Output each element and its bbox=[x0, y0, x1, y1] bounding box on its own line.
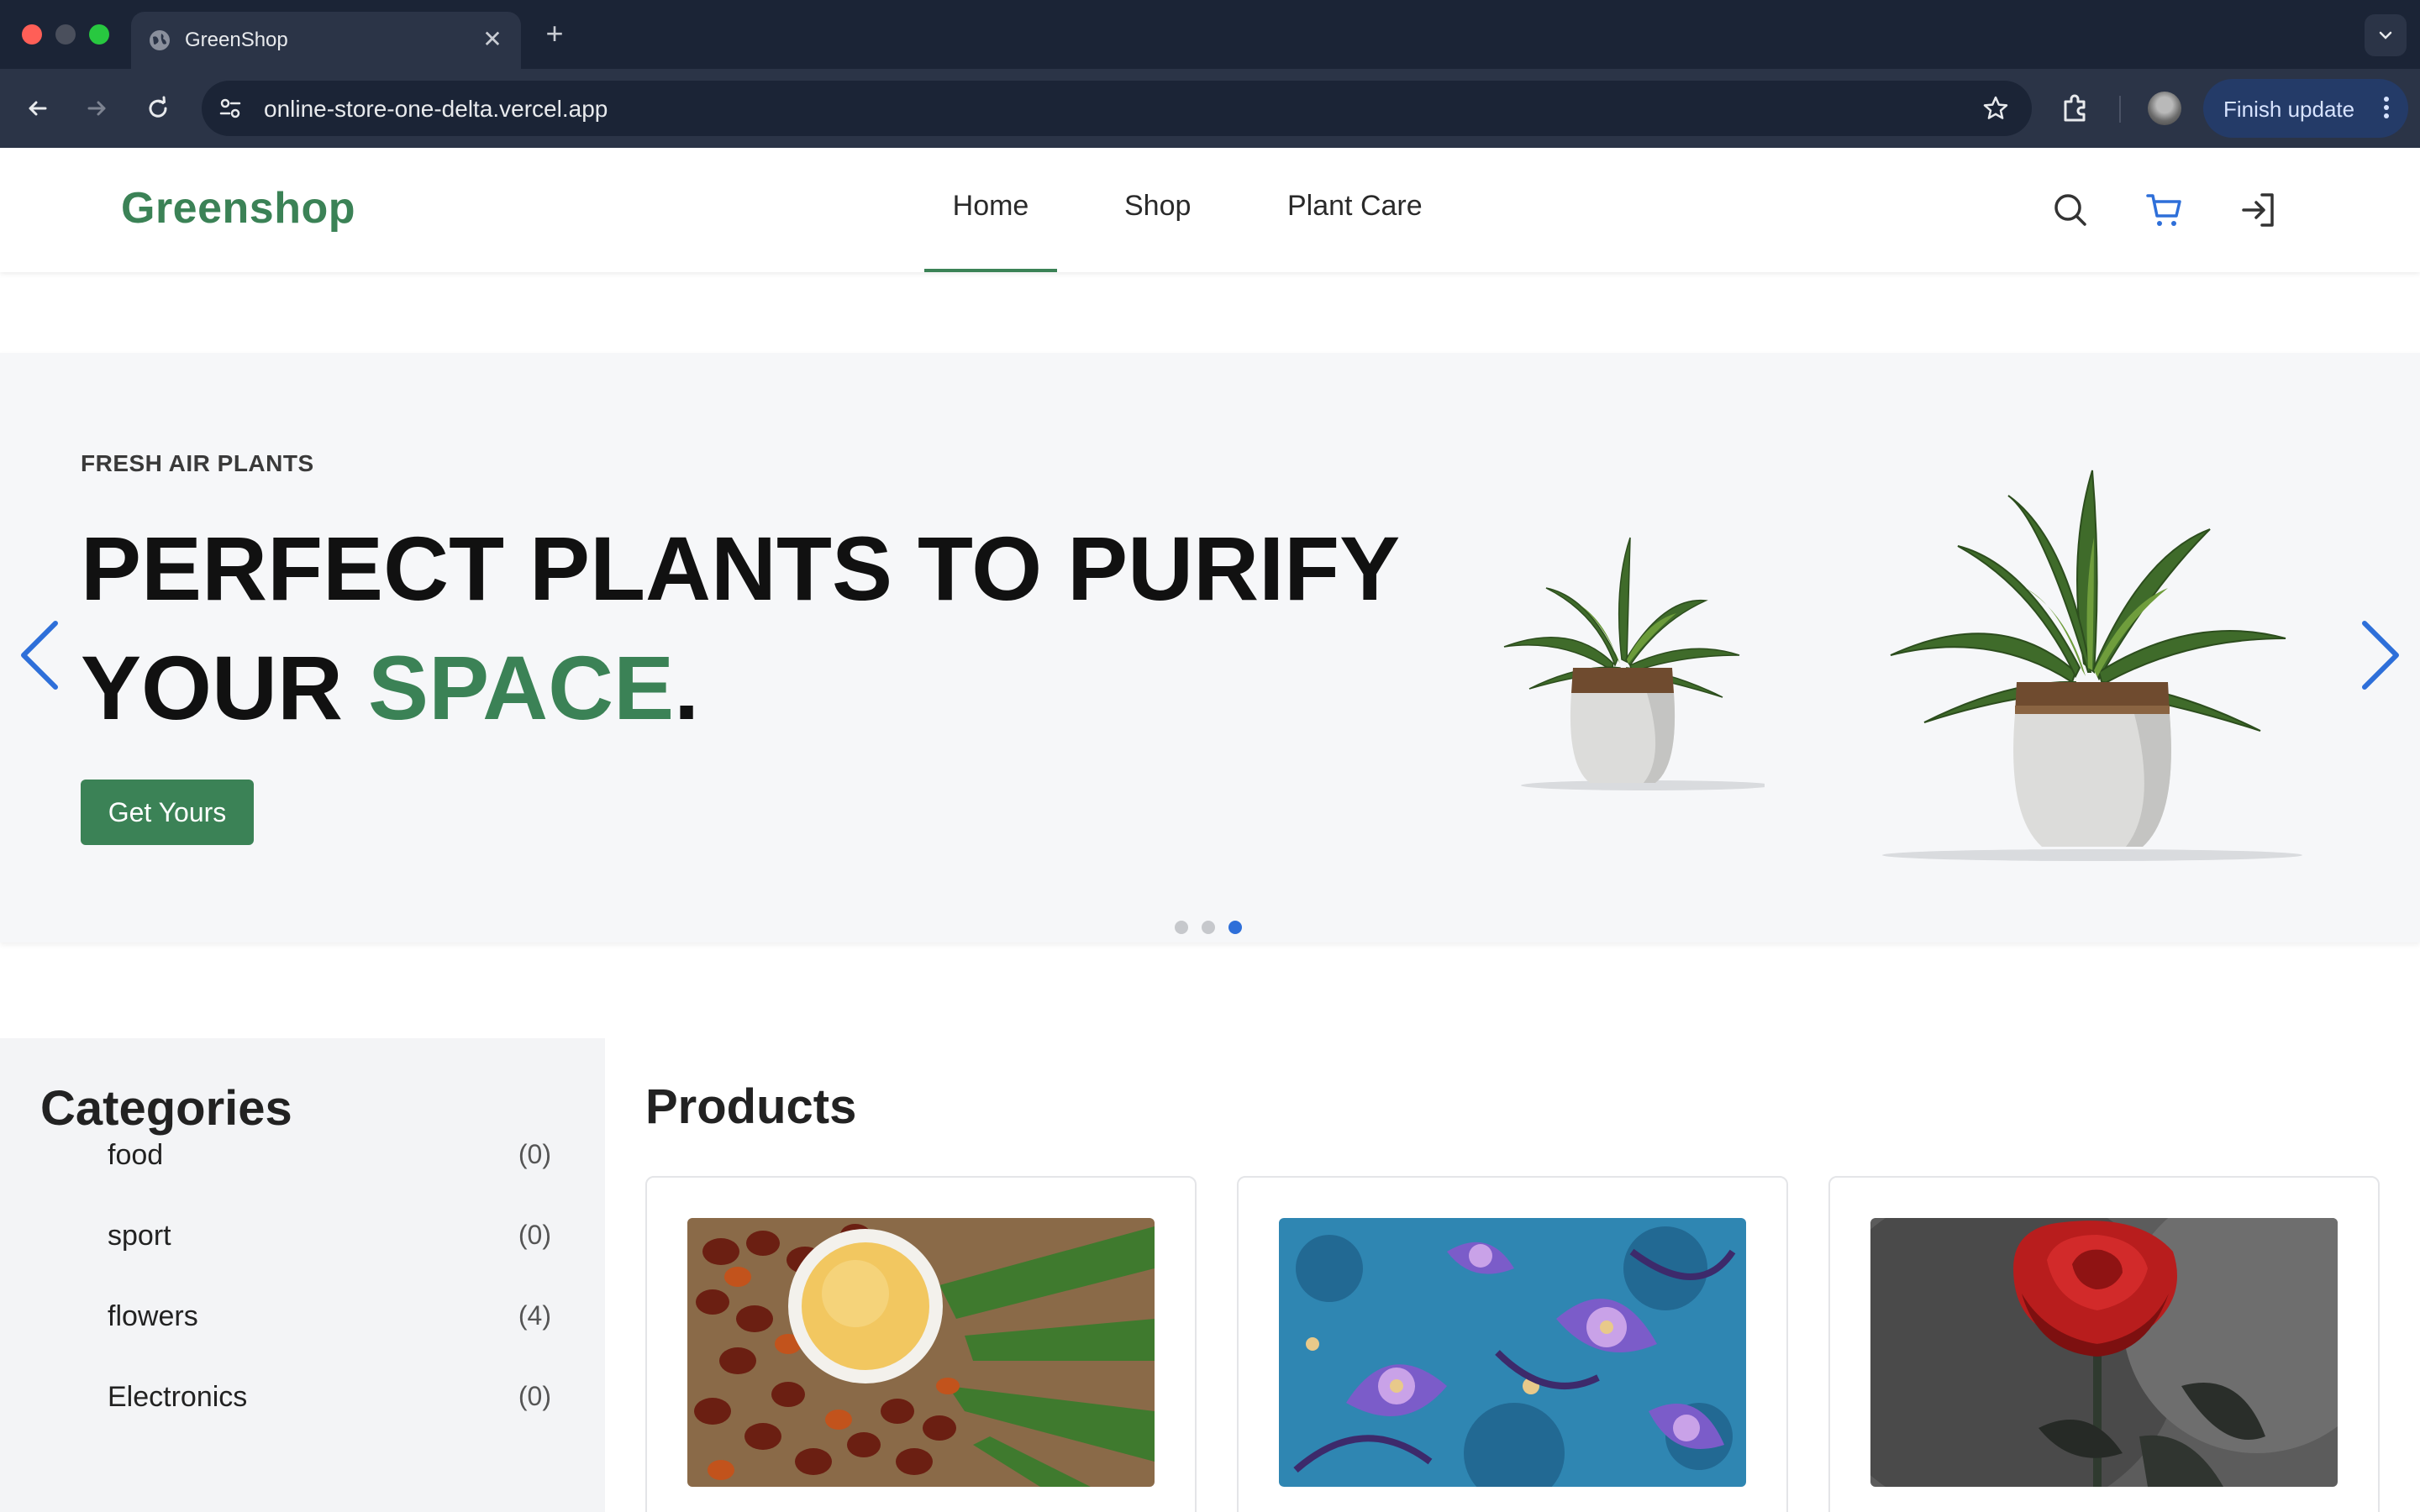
nav-home[interactable]: Home bbox=[924, 190, 1057, 272]
minimize-window-button[interactable] bbox=[55, 24, 76, 45]
site-logo[interactable]: Greenshop bbox=[121, 183, 355, 234]
category-item-sport[interactable]: sport (0) bbox=[108, 1210, 551, 1260]
categories-title: Categories bbox=[40, 1081, 292, 1136]
category-name: flowers bbox=[108, 1300, 198, 1332]
arrow-left-icon bbox=[29, 101, 47, 116]
search-icon[interactable] bbox=[2050, 190, 2091, 230]
chevron-left-icon[interactable] bbox=[15, 613, 66, 697]
browser-toolbar: online-store-one-delta.vercel.app Finish… bbox=[0, 69, 2420, 148]
extensions-puzzle-icon[interactable] bbox=[2057, 90, 2094, 127]
red-rose-image bbox=[1870, 1218, 2338, 1487]
potted-plant-image bbox=[1882, 470, 2302, 861]
category-item-flowers[interactable]: flowers (4) bbox=[108, 1290, 551, 1341]
browser-tab-bar: GreenShop ✕ + bbox=[0, 0, 2420, 69]
tab-title: GreenShop bbox=[185, 29, 288, 51]
browser-tab[interactable]: GreenShop ✕ bbox=[131, 12, 521, 69]
category-item-food[interactable]: food (0) bbox=[108, 1129, 551, 1179]
category-count: (0) bbox=[518, 1381, 551, 1411]
forward-button[interactable] bbox=[77, 88, 118, 129]
more-vert-icon bbox=[2383, 94, 2390, 123]
category-name: Electronics bbox=[108, 1381, 248, 1413]
bookmark-star-icon[interactable] bbox=[1981, 94, 2010, 123]
hero-headline: PERFECT PLANTS TO PURIFY YOUR SPACE. bbox=[81, 509, 1400, 748]
product-card[interactable] bbox=[645, 1176, 1197, 1512]
maximize-window-button[interactable] bbox=[89, 24, 109, 45]
slide-dot-1[interactable] bbox=[1175, 921, 1188, 934]
profile-avatar[interactable] bbox=[2148, 92, 2181, 125]
close-window-button[interactable] bbox=[22, 24, 42, 45]
reload-button[interactable] bbox=[138, 88, 178, 129]
globe-icon bbox=[150, 30, 170, 50]
hero-eyebrow: FRESH AIR PLANTS bbox=[81, 450, 314, 476]
finish-update-button[interactable]: Finish update bbox=[2203, 79, 2408, 138]
potted-plant-image bbox=[1503, 537, 1765, 790]
category-name: food bbox=[108, 1139, 164, 1171]
product-card[interactable] bbox=[1237, 1176, 1788, 1512]
chevron-right-icon[interactable] bbox=[2354, 613, 2405, 697]
arrow-right-icon bbox=[87, 101, 106, 116]
products-title: Products bbox=[645, 1079, 857, 1134]
slide-dot-2[interactable] bbox=[1202, 921, 1215, 934]
site-settings-icon[interactable] bbox=[217, 95, 244, 122]
url-text[interactable]: online-store-one-delta.vercel.app bbox=[264, 96, 608, 123]
get-yours-button[interactable]: Get Yours bbox=[81, 780, 254, 845]
hero-headline-line1: PERFECT PLANTS TO PURIFY bbox=[81, 517, 1401, 619]
cart-icon[interactable] bbox=[2144, 190, 2185, 230]
hero-headline-line2: YOUR SPACE. bbox=[81, 628, 1400, 748]
tab-search-button[interactable] bbox=[2365, 14, 2407, 56]
category-name: sport bbox=[108, 1220, 171, 1252]
toolbar-divider bbox=[2119, 96, 2121, 123]
new-tab-button[interactable]: + bbox=[538, 17, 571, 50]
batik-fabric-image bbox=[1279, 1218, 1746, 1487]
category-item-electronics[interactable]: Electronics (0) bbox=[108, 1371, 551, 1421]
back-button[interactable] bbox=[17, 88, 57, 129]
hero-headline-word: YOUR bbox=[81, 637, 369, 738]
login-icon[interactable] bbox=[2238, 190, 2279, 230]
categories-sidebar: Categories food (0) sport (0) flowers (4… bbox=[0, 1038, 605, 1512]
tab-close-icon[interactable]: ✕ bbox=[477, 24, 508, 55]
finish-update-label: Finish update bbox=[2223, 97, 2355, 122]
palm-oil-image bbox=[687, 1218, 1155, 1487]
address-bar[interactable]: online-store-one-delta.vercel.app bbox=[202, 81, 2032, 136]
category-count: (0) bbox=[518, 1139, 551, 1169]
chevron-down-icon bbox=[2379, 31, 2392, 39]
slide-dot-3-active[interactable] bbox=[1228, 921, 1242, 934]
category-count: (0) bbox=[518, 1220, 551, 1250]
product-card[interactable] bbox=[1828, 1176, 2380, 1512]
site-header: Greenshop Home Shop Plant Care bbox=[0, 148, 2420, 272]
category-count: (4) bbox=[518, 1300, 551, 1331]
hero-headline-period: . bbox=[674, 637, 700, 738]
nav-shop[interactable]: Shop bbox=[1124, 190, 1191, 223]
reload-icon bbox=[149, 96, 167, 118]
hero-headline-accent: SPACE bbox=[368, 637, 675, 738]
nav-plant-care[interactable]: Plant Care bbox=[1287, 190, 1423, 223]
hero-slider: FRESH AIR PLANTS PERFECT PLANTS TO PURIF… bbox=[0, 353, 2420, 942]
